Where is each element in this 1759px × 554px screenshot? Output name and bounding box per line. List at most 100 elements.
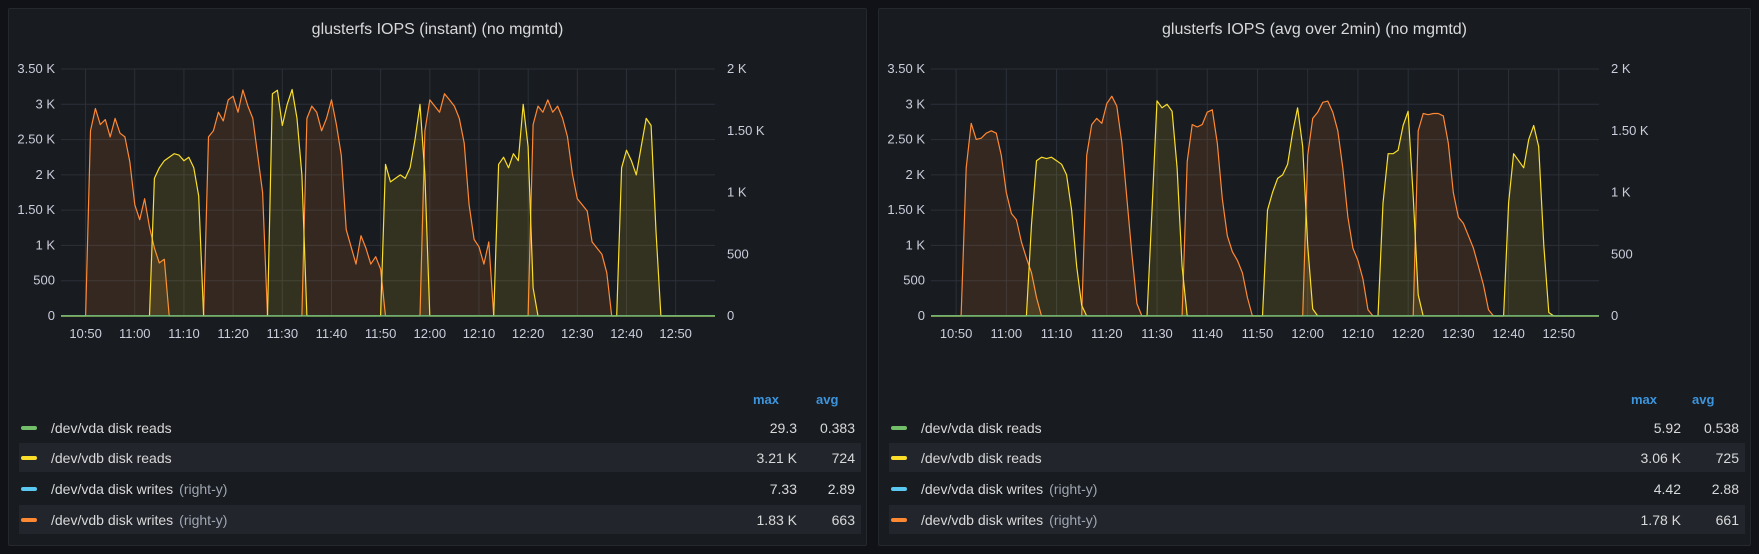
y-left-tick-label: 3.50 K [17, 61, 55, 76]
legend-max-value: 29.3 [769, 419, 797, 436]
y-right-tick-label: 1.50 K [1611, 123, 1649, 138]
series-swatch [21, 517, 37, 522]
legend-series-name: /dev/vda disk reads [921, 419, 1042, 436]
x-tick-label: 12:00 [1291, 326, 1324, 341]
x-tick-label: 11:30 [1141, 326, 1173, 341]
legend-series-name: /dev/vdb disk reads [51, 449, 172, 466]
legend-header-avg[interactable]: avg [816, 392, 838, 407]
y-left-tick-label: 2.50 K [17, 132, 55, 147]
y-right-tick-label: 1 K [727, 185, 747, 200]
series-name-text: /dev/vda disk writes [51, 480, 174, 497]
x-tick-label: 12:50 [659, 326, 692, 341]
y-left-tick-label: 2 K [35, 167, 55, 182]
series-swatch [891, 425, 907, 430]
y-right-tick-label: 500 [1611, 246, 1633, 261]
legend-avg-value: 725 [1715, 449, 1739, 466]
y-left-tick-label: 1 K [905, 237, 925, 252]
panel-instant-iops[interactable]: glusterfs IOPS (instant) (no mgmtd) 0 500… [8, 8, 867, 546]
legend-avg-value: 0.538 [1703, 419, 1739, 436]
legend-max-value: 1.78 K [1640, 511, 1681, 528]
y-left-tick-label: 1 K [35, 237, 55, 252]
legend-max-value: 3.06 K [1640, 449, 1681, 466]
y-left-tick-label: 1.50 K [17, 202, 55, 217]
legend-max-value: 3.21 K [756, 449, 797, 466]
legend-series-name: /dev/vda disk reads [51, 419, 172, 436]
y-right-tick-label: 500 [727, 246, 749, 261]
x-tick-label: 10:50 [69, 326, 102, 341]
x-tick-label: 11:00 [991, 326, 1023, 341]
legend-header-avg[interactable]: avg [1692, 392, 1714, 407]
legend-avg-value: 2.88 [1711, 480, 1739, 497]
x-tick-label: 12:50 [1543, 326, 1576, 341]
series-name-text: /dev/vdb disk writes [51, 511, 174, 528]
legend-item-vdb-writes[interactable]: /dev/vdb disk writes (right-y) 1.78 K 661 [889, 505, 1745, 534]
x-tick-label: 11:40 [316, 326, 348, 341]
x-tick-label: 11:40 [1191, 326, 1223, 341]
axis-tag: (right-y) [179, 511, 228, 528]
x-tick-label: 12:10 [1342, 326, 1375, 341]
legend-item-vdb-reads[interactable]: /dev/vdb disk reads 3.21 K 724 [19, 443, 861, 472]
legend-series-name: /dev/vdb disk reads [921, 449, 1042, 466]
panel-avg-iops[interactable]: glusterfs IOPS (avg over 2min) (no mgmtd… [878, 8, 1751, 546]
legend-avg-value: 724 [831, 449, 855, 466]
y-right-tick-label: 2 K [1611, 61, 1631, 76]
legend-max-value: 1.83 K [756, 511, 797, 528]
legend-item-vda-reads[interactable]: /dev/vda disk reads 5.92 0.538 [889, 413, 1745, 442]
legend-avg-value: 2.89 [827, 480, 855, 497]
x-tick-label: 12:40 [1492, 326, 1525, 341]
x-tick-label: 11:20 [217, 326, 249, 341]
axis-tag: (right-y) [179, 480, 228, 497]
y-left-tick-label: 0 [48, 308, 55, 323]
y-right-tick-label: 0 [727, 308, 734, 323]
x-tick-label: 11:30 [266, 326, 298, 341]
y-left-tick-label: 2 K [905, 167, 925, 182]
y-left-tick-label: 500 [33, 273, 55, 288]
axis-tag: (right-y) [1049, 511, 1098, 528]
x-tick-label: 12:20 [512, 326, 545, 341]
axis-tag: (right-y) [1049, 480, 1098, 497]
series-swatch [21, 425, 37, 430]
y-right-tick-label: 2 K [727, 61, 747, 76]
y-right-tick-label: 1 K [1611, 185, 1631, 200]
series-swatch [891, 455, 907, 460]
y-left-tick-label: 0 [918, 308, 925, 323]
series-name-text: /dev/vdb disk writes [921, 511, 1044, 528]
legend-series-name: /dev/vdb disk writes (right-y) [51, 512, 727, 528]
x-tick-label: 11:50 [1242, 326, 1274, 341]
x-tick-label: 11:20 [1091, 326, 1123, 341]
y-right-tick-label: 1.50 K [727, 123, 765, 138]
series-swatch [21, 455, 37, 460]
legend-item-vda-writes[interactable]: /dev/vda disk writes (right-y) 4.42 2.88 [889, 474, 1745, 503]
x-tick-label: 12:30 [1442, 326, 1475, 341]
legend-max-value: 5.92 [1653, 419, 1681, 436]
x-tick-label: 10:50 [940, 326, 973, 341]
x-tick-label: 12:10 [463, 326, 496, 341]
legend-header-max[interactable]: max [1631, 392, 1657, 407]
x-tick-label: 11:10 [168, 326, 200, 341]
legend-item-vdb-writes[interactable]: /dev/vdb disk writes (right-y) 1.83 K 663 [19, 505, 861, 534]
x-tick-label: 11:50 [365, 326, 397, 341]
series-swatch [891, 486, 907, 491]
legend-item-vda-writes[interactable]: /dev/vda disk writes (right-y) 7.33 2.89 [19, 474, 861, 503]
series-area-1 [61, 89, 715, 316]
legend-avg-value: 661 [1715, 511, 1739, 528]
y-left-tick-label: 3 K [35, 96, 55, 111]
series-swatch [21, 486, 37, 491]
legend-item-vda-reads[interactable]: /dev/vda disk reads 29.3 0.383 [19, 413, 861, 442]
series-name-text: /dev/vda disk writes [921, 480, 1044, 497]
legend-series-name: /dev/vda disk writes (right-y) [921, 481, 1611, 497]
y-left-tick-label: 3 K [905, 96, 925, 111]
x-tick-label: 12:20 [1392, 326, 1425, 341]
series-swatch [891, 517, 907, 522]
x-tick-label: 11:10 [1041, 326, 1073, 341]
y-left-tick-label: 500 [903, 273, 925, 288]
x-tick-label: 12:40 [610, 326, 643, 341]
y-right-tick-label: 0 [1611, 308, 1618, 323]
y-left-tick-label: 2.50 K [887, 132, 925, 147]
legend-avg-value: 663 [831, 511, 855, 528]
legend-series-name: /dev/vdb disk writes (right-y) [921, 512, 1611, 528]
legend-item-vdb-reads[interactable]: /dev/vdb disk reads 3.06 K 725 [889, 443, 1745, 472]
legend-header-max[interactable]: max [753, 392, 779, 407]
x-tick-label: 12:00 [414, 326, 447, 341]
legend-max-value: 4.42 [1653, 480, 1681, 497]
